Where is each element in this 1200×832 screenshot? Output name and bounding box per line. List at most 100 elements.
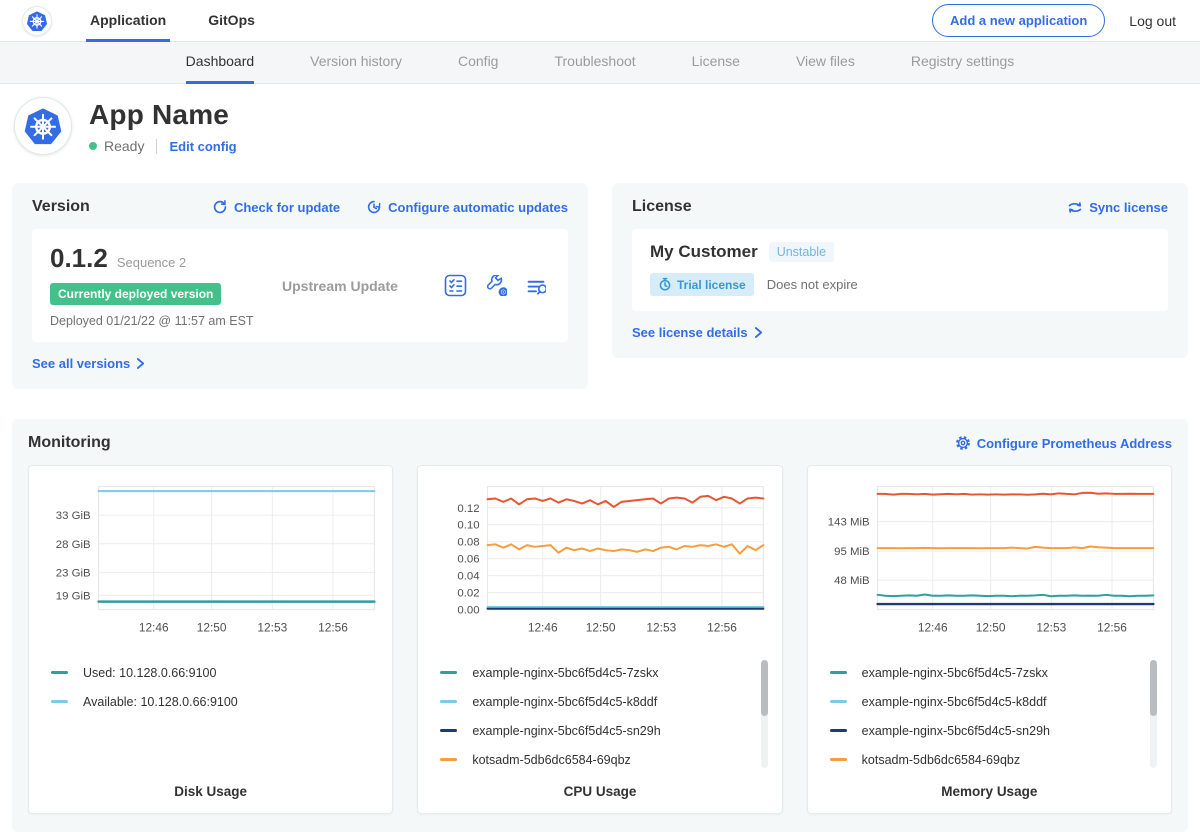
- svg-text:12:46: 12:46: [528, 620, 558, 634]
- legend-label: example-nginx-5bc6f5d4c5-k8ddf: [472, 695, 657, 709]
- subnav-item-dashboard[interactable]: Dashboard: [186, 42, 255, 84]
- legend-item: Used: 10.128.0.66:9100: [51, 658, 380, 687]
- legend-item: Available: 10.128.0.66:9100: [51, 687, 380, 716]
- trial-license-badge: Trial license: [650, 273, 754, 296]
- svg-text:28 GiB: 28 GiB: [56, 539, 91, 551]
- configure-automatic-updates-link[interactable]: Configure automatic updates: [366, 199, 568, 215]
- configure-automatic-updates-label: Configure automatic updates: [388, 200, 568, 215]
- configure-prometheus-link[interactable]: Configure Prometheus Address: [955, 435, 1172, 451]
- check-for-update-link[interactable]: Check for update: [212, 199, 340, 215]
- svg-text:0.10: 0.10: [458, 520, 480, 532]
- preflight-checks-icon[interactable]: [444, 274, 467, 297]
- license-card: License Sync license My Customer Unstabl…: [612, 183, 1188, 358]
- sync-icon: [1067, 200, 1083, 215]
- app-avatar: [14, 97, 72, 155]
- disk-usage-chart-card: 19 GiB23 GiB28 GiB33 GiB12:4612:5012:531…: [28, 465, 393, 814]
- edit-config-link[interactable]: Edit config: [169, 139, 236, 154]
- svg-text:12:46: 12:46: [139, 620, 169, 634]
- monitoring-card: Monitoring Configure Prometheus Address …: [12, 419, 1188, 832]
- check-for-update-label: Check for update: [234, 200, 340, 215]
- chart-title: Disk Usage: [41, 784, 380, 799]
- svg-text:12:53: 12:53: [257, 620, 287, 634]
- see-all-versions-label: See all versions: [32, 356, 130, 371]
- legend-label: example-nginx-5bc6f5d4c5-7zskx: [862, 666, 1048, 680]
- memory-usage-legend: example-nginx-5bc6f5d4c5-7zskx example-ng…: [820, 658, 1159, 776]
- legend-scrollbar[interactable]: [761, 660, 768, 768]
- sync-license-label: Sync license: [1089, 200, 1168, 215]
- legend-swatch: [440, 758, 457, 761]
- legend-swatch: [51, 671, 68, 674]
- scrollbar-thumb[interactable]: [1150, 660, 1157, 716]
- legend-label: example-nginx-5bc6f5d4c5-sn29h: [472, 724, 660, 738]
- legend-label: example-nginx-5bc6f5d4c5-k8ddf: [862, 695, 1047, 709]
- legend-swatch: [830, 671, 847, 674]
- disk-usage-chart[interactable]: 19 GiB23 GiB28 GiB33 GiB12:4612:5012:531…: [41, 476, 380, 644]
- svg-text:0.04: 0.04: [458, 571, 481, 583]
- legend-label: Used: 10.128.0.66:9100: [83, 666, 216, 680]
- svg-text:12:50: 12:50: [197, 620, 227, 634]
- cards-row: Version Check for update Configure autom…: [12, 183, 1188, 389]
- legend-item: example-nginx-5bc6f5d4c5-k8ddf: [830, 687, 1159, 716]
- see-license-details-link[interactable]: See license details: [632, 325, 763, 340]
- legend-swatch: [51, 700, 68, 703]
- svg-text:12:56: 12:56: [318, 620, 348, 634]
- configure-prometheus-label: Configure Prometheus Address: [977, 436, 1172, 451]
- subnav-item-config[interactable]: Config: [458, 42, 498, 84]
- legend-label: example-nginx-5bc6f5d4c5-sn29h: [862, 724, 1050, 738]
- subnav-item-view-files[interactable]: View files: [796, 42, 855, 84]
- deployed-timestamp: Deployed 01/21/22 @ 11:57 am EST: [50, 314, 282, 328]
- top-nav: Application GitOps Add a new application …: [0, 0, 1200, 42]
- cpu-usage-chart-card: 0.000.020.040.060.080.100.1212:4612:5012…: [417, 465, 782, 814]
- legend-scrollbar[interactable]: [1150, 660, 1157, 768]
- legend-item: example-nginx-5bc6f5d4c5-sn29h: [440, 716, 769, 745]
- svg-text:143 MiB: 143 MiB: [827, 517, 869, 529]
- see-all-versions-link[interactable]: See all versions: [32, 356, 145, 371]
- chart-title: Memory Usage: [820, 784, 1159, 799]
- legend-item: example-nginx-5bc6f5d4c5-sn29h: [830, 716, 1159, 745]
- legend-label: kotsadm-5db6dc6584-69qbz: [862, 753, 1020, 767]
- deployed-version-box: 0.1.2 Sequence 2 Currently deployed vers…: [32, 229, 568, 342]
- upstream-update-label: Upstream Update: [282, 278, 444, 294]
- topnav-tab-application[interactable]: Application: [86, 0, 170, 42]
- logout-button[interactable]: Log out: [1129, 13, 1176, 29]
- svg-text:0.12: 0.12: [458, 503, 480, 515]
- add-application-button[interactable]: Add a new application: [932, 4, 1105, 37]
- kubernetes-logo-icon: [22, 6, 52, 36]
- sync-license-link[interactable]: Sync license: [1067, 200, 1168, 215]
- gear-icon: [955, 435, 971, 451]
- svg-text:0.08: 0.08: [458, 537, 480, 549]
- svg-text:12:53: 12:53: [647, 620, 677, 634]
- legend-item: kotsadm-5db6dc6584-69qbz: [440, 745, 769, 774]
- legend-label: Available: 10.128.0.66:9100: [83, 695, 238, 709]
- topnav-right: Add a new application Log out: [932, 4, 1176, 37]
- status-dot: [89, 142, 97, 150]
- svg-text:0.00: 0.00: [458, 605, 480, 617]
- svg-text:33 GiB: 33 GiB: [56, 510, 91, 522]
- deploy-logs-icon[interactable]: [526, 277, 546, 295]
- legend-item: kotsadm-5db6dc6584-69qbz: [830, 745, 1159, 774]
- subnav-item-registry-settings[interactable]: Registry settings: [911, 42, 1014, 84]
- license-card-title: License: [632, 198, 692, 216]
- page-title: App Name: [89, 99, 237, 131]
- memory-usage-chart[interactable]: 48 MiB95 MiB143 MiB12:4612:5012:5312:56: [820, 476, 1159, 644]
- svg-text:12:53: 12:53: [1036, 620, 1066, 634]
- subnav-item-version-history[interactable]: Version history: [310, 42, 402, 84]
- license-box: My Customer Unstable Trial license Does …: [632, 229, 1168, 311]
- chart-title: CPU Usage: [430, 784, 769, 799]
- svg-text:48 MiB: 48 MiB: [834, 575, 870, 587]
- subnav-item-license[interactable]: License: [692, 42, 740, 84]
- disk-usage-legend: Used: 10.128.0.66:9100 Available: 10.128.…: [41, 658, 380, 776]
- trial-license-label: Trial license: [677, 278, 746, 292]
- currently-deployed-badge: Currently deployed version: [50, 283, 221, 305]
- config-wrench-icon[interactable]: [486, 275, 507, 296]
- legend-item: example-nginx-5bc6f5d4c5-7zskx: [440, 658, 769, 687]
- topnav-tabs: Application GitOps: [86, 0, 293, 42]
- subnav-item-troubleshoot[interactable]: Troubleshoot: [554, 42, 635, 84]
- divider: [156, 139, 157, 154]
- channel-badge: Unstable: [769, 242, 834, 262]
- refresh-icon: [212, 199, 228, 215]
- scrollbar-thumb[interactable]: [761, 660, 768, 716]
- topnav-tab-gitops[interactable]: GitOps: [204, 0, 259, 42]
- cpu-usage-chart[interactable]: 0.000.020.040.060.080.100.1212:4612:5012…: [430, 476, 769, 644]
- legend-swatch: [440, 729, 457, 732]
